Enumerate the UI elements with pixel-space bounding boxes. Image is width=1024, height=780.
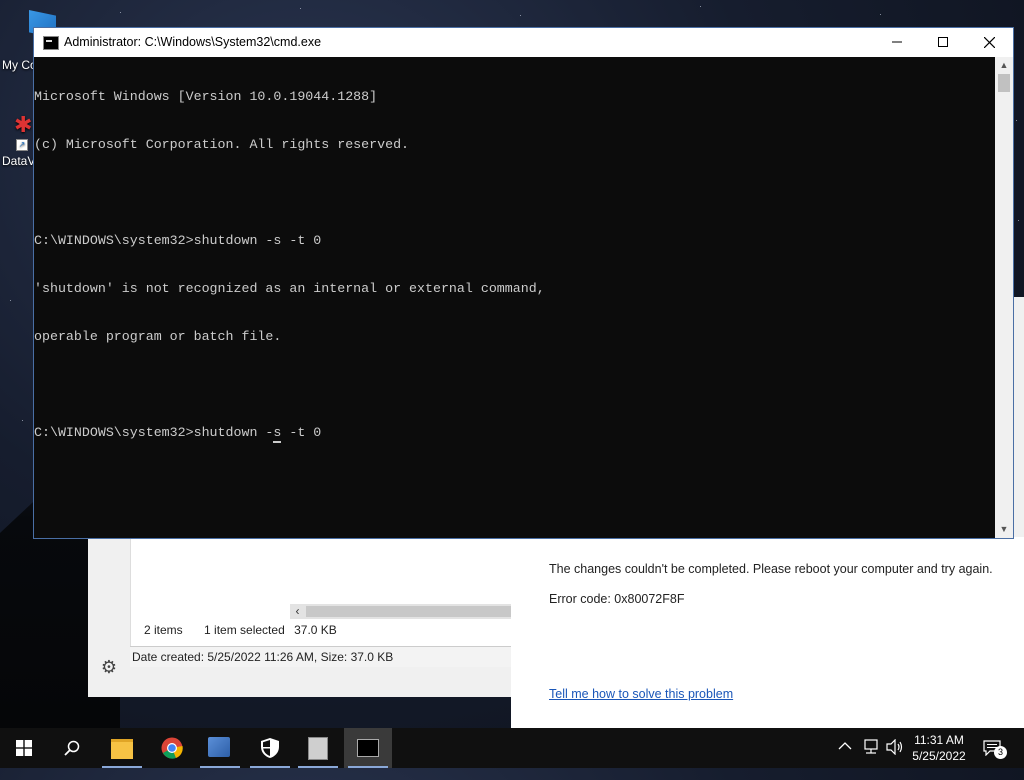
scroll-down-icon[interactable]: ▼: [995, 521, 1013, 538]
search-button[interactable]: [48, 728, 96, 768]
window-title: Administrator: C:\Windows\System32\cmd.e…: [64, 35, 322, 49]
error-panel: The changes couldn't be completed. Pleas…: [511, 537, 1024, 728]
details-bar: Date created: 5/25/2022 11:26 AM, Size: …: [130, 646, 513, 667]
selected-size: 37.0 KB: [294, 623, 337, 637]
windows-logo-icon: [16, 740, 32, 756]
vertical-scrollbar[interactable]: ▲ ▼: [995, 57, 1013, 538]
taskbar-cmd[interactable]: [344, 728, 392, 768]
close-button[interactable]: [966, 28, 1012, 57]
console-input-line[interactable]: C:\WINDOWS\system32>shutdown -s -t 0: [34, 425, 995, 443]
horizontal-scrollbar[interactable]: ‹: [290, 604, 511, 619]
selected-count: 1 item selected: [204, 623, 285, 637]
taskbar-file-explorer[interactable]: [98, 728, 146, 768]
minimize-icon: [892, 41, 902, 43]
notification-center-button[interactable]: 3: [982, 738, 1008, 760]
error-code: Error code: 0x80072F8F: [549, 592, 685, 606]
error-message: The changes couldn't be completed. Pleas…: [549, 562, 993, 576]
tray-overflow-chevron-icon[interactable]: [838, 740, 852, 780]
chrome-icon: [161, 737, 183, 759]
minimize-button[interactable]: [874, 28, 920, 57]
taskbar-archive-app[interactable]: [294, 728, 342, 768]
taskbar-chrome[interactable]: [148, 728, 196, 768]
taskbar: 11:31 AM 5/25/2022 3: [0, 728, 1024, 768]
file-list-area[interactable]: [130, 537, 512, 657]
console-line: 'shutdown' is not recognized as an inter…: [34, 281, 545, 296]
desktop-icon-datav[interactable]: ✱ ↗ DataV: [2, 112, 36, 168]
archive-icon: [308, 737, 328, 760]
scroll-up-icon[interactable]: ▲: [995, 57, 1013, 74]
items-count: 2 items: [144, 623, 183, 637]
start-button[interactable]: [0, 728, 48, 768]
maximize-button[interactable]: [920, 28, 966, 57]
taskbar-security[interactable]: [246, 728, 294, 768]
console-line: (c) Microsoft Corporation. All rights re…: [34, 137, 410, 152]
cmd-icon: [357, 739, 379, 757]
desktop-icon-label: DataV: [2, 154, 36, 168]
status-bar: 2 items 1 item selected 37.0 KB: [144, 623, 355, 637]
console-line: operable program or batch file.: [34, 329, 282, 344]
network-icon[interactable]: [862, 739, 880, 779]
scrollbar-thumb[interactable]: [306, 606, 511, 617]
title-bar[interactable]: Administrator: C:\Windows\System32\cmd.e…: [34, 28, 1013, 57]
close-icon: [983, 36, 995, 49]
folder-icon: [111, 739, 133, 759]
clock-time: 11:31 AM: [914, 733, 964, 747]
maximize-icon: [938, 37, 948, 47]
console-output[interactable]: Microsoft Windows [Version 10.0.19044.12…: [34, 57, 995, 538]
search-icon: [64, 740, 80, 756]
volume-icon[interactable]: [886, 738, 904, 779]
gear-icon[interactable]: ⚙: [98, 657, 120, 679]
scrollbar-thumb[interactable]: [998, 74, 1010, 92]
prompt-rest: -t 0: [281, 425, 322, 440]
shortcut-arrow-icon: ↗: [16, 139, 28, 151]
taskbar-clock[interactable]: 11:31 AM 5/25/2022: [905, 732, 973, 764]
notification-badge: 3: [994, 746, 1007, 759]
help-link[interactable]: Tell me how to solve this problem: [549, 687, 733, 701]
cmd-window[interactable]: Administrator: C:\Windows\System32\cmd.e…: [33, 27, 1014, 539]
cmd-icon: [43, 36, 59, 50]
clock-date: 5/25/2022: [912, 749, 966, 763]
prompt-text: C:\WINDOWS\system32>shutdown -: [34, 425, 274, 440]
shield-icon: [261, 738, 279, 758]
file-explorer-window: ‹ 2 items 1 item selected 37.0 KB Date c…: [88, 537, 513, 697]
network-app-icon: [208, 737, 230, 757]
console-line: Microsoft Windows [Version 10.0.19044.12…: [34, 89, 378, 104]
console-line: C:\WINDOWS\system32>shutdown -s -t 0: [34, 233, 322, 248]
taskbar-network-app[interactable]: [196, 728, 244, 768]
scroll-left-icon[interactable]: ‹: [290, 604, 305, 619]
